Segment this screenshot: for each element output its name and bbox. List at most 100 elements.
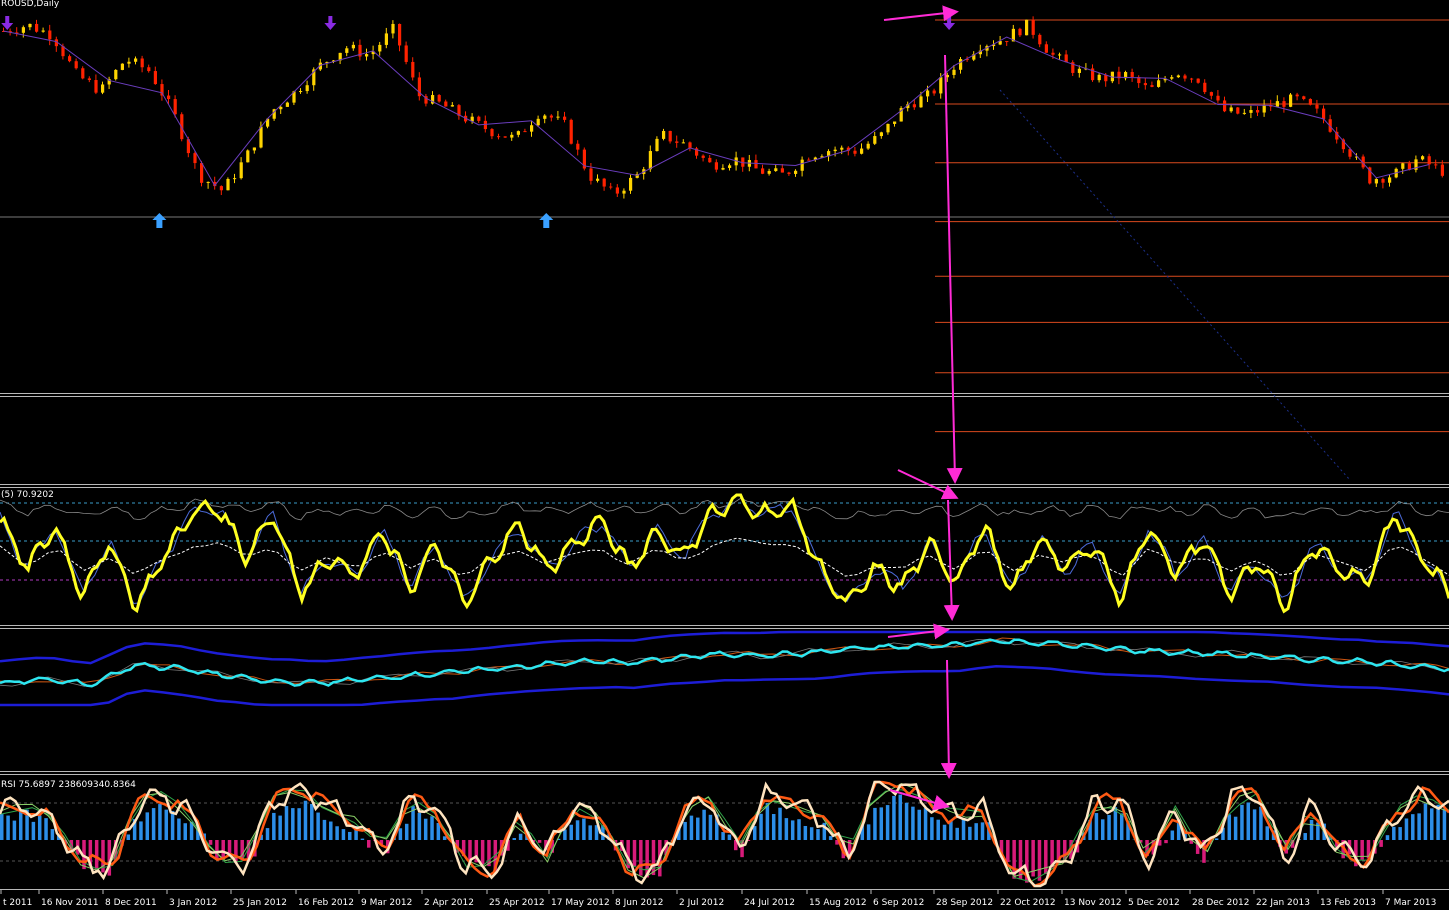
candle-body — [886, 123, 890, 133]
histogram-bar-up — [588, 825, 592, 840]
histogram-bar-down — [366, 840, 371, 848]
candle-body — [1242, 112, 1246, 114]
x-tick-label: 16 Nov 2011 — [41, 898, 99, 908]
histogram-bar-up — [968, 826, 972, 840]
histogram-bar-up — [936, 819, 940, 840]
candle-body — [279, 106, 283, 110]
candle-body — [21, 27, 25, 33]
candle-body — [1176, 75, 1180, 78]
x-tick-label: 8 Jun 2012 — [615, 898, 663, 908]
candle-body — [1275, 101, 1279, 107]
candle-body — [1216, 95, 1220, 101]
candle-body — [391, 23, 395, 34]
histogram-bar-up — [151, 808, 156, 840]
histogram-bar-up — [721, 832, 725, 840]
histogram-bar-up — [961, 818, 966, 840]
candle-body — [1223, 100, 1227, 112]
candle-body — [556, 116, 560, 118]
histogram-bar-up — [708, 814, 713, 840]
candle-body — [252, 147, 256, 151]
histogram-bar-up — [341, 829, 346, 840]
candle-body — [398, 23, 402, 46]
candle-body — [68, 56, 72, 62]
candle-body — [1295, 94, 1299, 97]
histogram-bar-up — [1265, 826, 1270, 840]
candle-body — [860, 148, 864, 154]
histogram-bar-up — [797, 819, 801, 840]
candle-body — [305, 85, 309, 92]
candle-body — [239, 162, 243, 179]
candle-body — [127, 61, 131, 64]
histogram-bar-up — [348, 831, 352, 840]
histogram-bar-up — [575, 820, 580, 840]
candle-body — [1170, 77, 1174, 79]
candle-body — [833, 149, 837, 152]
histogram-bar-down — [215, 840, 219, 860]
histogram-bar-down — [94, 840, 99, 871]
candle-body — [1322, 108, 1326, 120]
candle-body — [596, 178, 600, 181]
rsi-label: (5) 70.9202 — [1, 490, 54, 500]
histogram-bar-up — [1119, 813, 1124, 840]
histogram-bar-up — [423, 818, 428, 840]
histogram-bar-down — [1018, 840, 1023, 880]
candle-body — [1038, 34, 1042, 45]
histogram-bar-up — [563, 829, 567, 840]
candle-body — [411, 61, 415, 78]
chart-title: ROUSD,Daily — [1, 0, 60, 9]
histogram-bar-up — [1423, 803, 1428, 840]
histogram-bar-up — [942, 824, 947, 840]
histogram-bar-up — [1246, 802, 1251, 840]
candle-body — [510, 134, 514, 138]
x-tick-label: 28 Dec 2012 — [1192, 898, 1250, 908]
candle-body — [1044, 44, 1048, 53]
candle-body — [120, 63, 124, 70]
histogram-bar-up — [1094, 813, 1099, 840]
histogram-bar-up — [828, 836, 833, 840]
candle-body — [675, 141, 679, 143]
candle-body — [497, 136, 501, 138]
histogram-bar-up — [1170, 830, 1175, 840]
histogram-bar-up — [765, 803, 770, 840]
candle-body — [1031, 19, 1035, 35]
candle-body — [602, 178, 606, 187]
histogram-bar-down — [1164, 840, 1168, 844]
histogram-bar-up — [702, 809, 706, 840]
candle-body — [1236, 107, 1240, 114]
x-tick-label: 2 Apr 2012 — [424, 898, 474, 908]
candle-body — [1427, 156, 1431, 165]
histogram-bar-up — [512, 838, 517, 840]
histogram-bar-up — [430, 816, 434, 840]
candle-body — [787, 172, 791, 174]
candle-body — [1315, 104, 1319, 109]
candle-body — [1183, 75, 1187, 79]
histogram-bar-up — [569, 824, 573, 840]
candle-body — [299, 91, 303, 93]
chart-canvas: t 2011 16 Nov 2011 8 Dec 2011 3 Jan 2012 25 … — [0, 0, 1449, 910]
histogram-bar-up — [335, 826, 339, 840]
histogram-bar-up — [879, 807, 884, 840]
histogram-bar-up — [310, 803, 314, 840]
histogram-bar-up — [1392, 826, 1396, 840]
histogram-bar-up — [1252, 809, 1257, 840]
candle-body — [1077, 68, 1081, 73]
candle-body — [1209, 92, 1213, 96]
candle-body — [246, 150, 250, 163]
histogram-bar-up — [1303, 833, 1307, 840]
candle-body — [81, 68, 85, 79]
candle-body — [1308, 99, 1312, 105]
x-tick-label: 25 Apr 2012 — [489, 898, 545, 908]
histogram-bar-down — [651, 840, 656, 876]
candle-body — [866, 143, 870, 149]
candle-body — [384, 33, 388, 45]
candle-body — [490, 129, 494, 137]
candle-body — [761, 168, 765, 174]
candle-body — [668, 130, 672, 142]
histogram-bar-up — [752, 826, 757, 840]
histogram-bar-up — [183, 823, 187, 840]
candle-body — [226, 178, 230, 191]
candle-body — [477, 116, 481, 121]
candle-body — [530, 125, 534, 132]
candle-body — [681, 142, 685, 144]
histogram-bar-up — [809, 827, 814, 840]
